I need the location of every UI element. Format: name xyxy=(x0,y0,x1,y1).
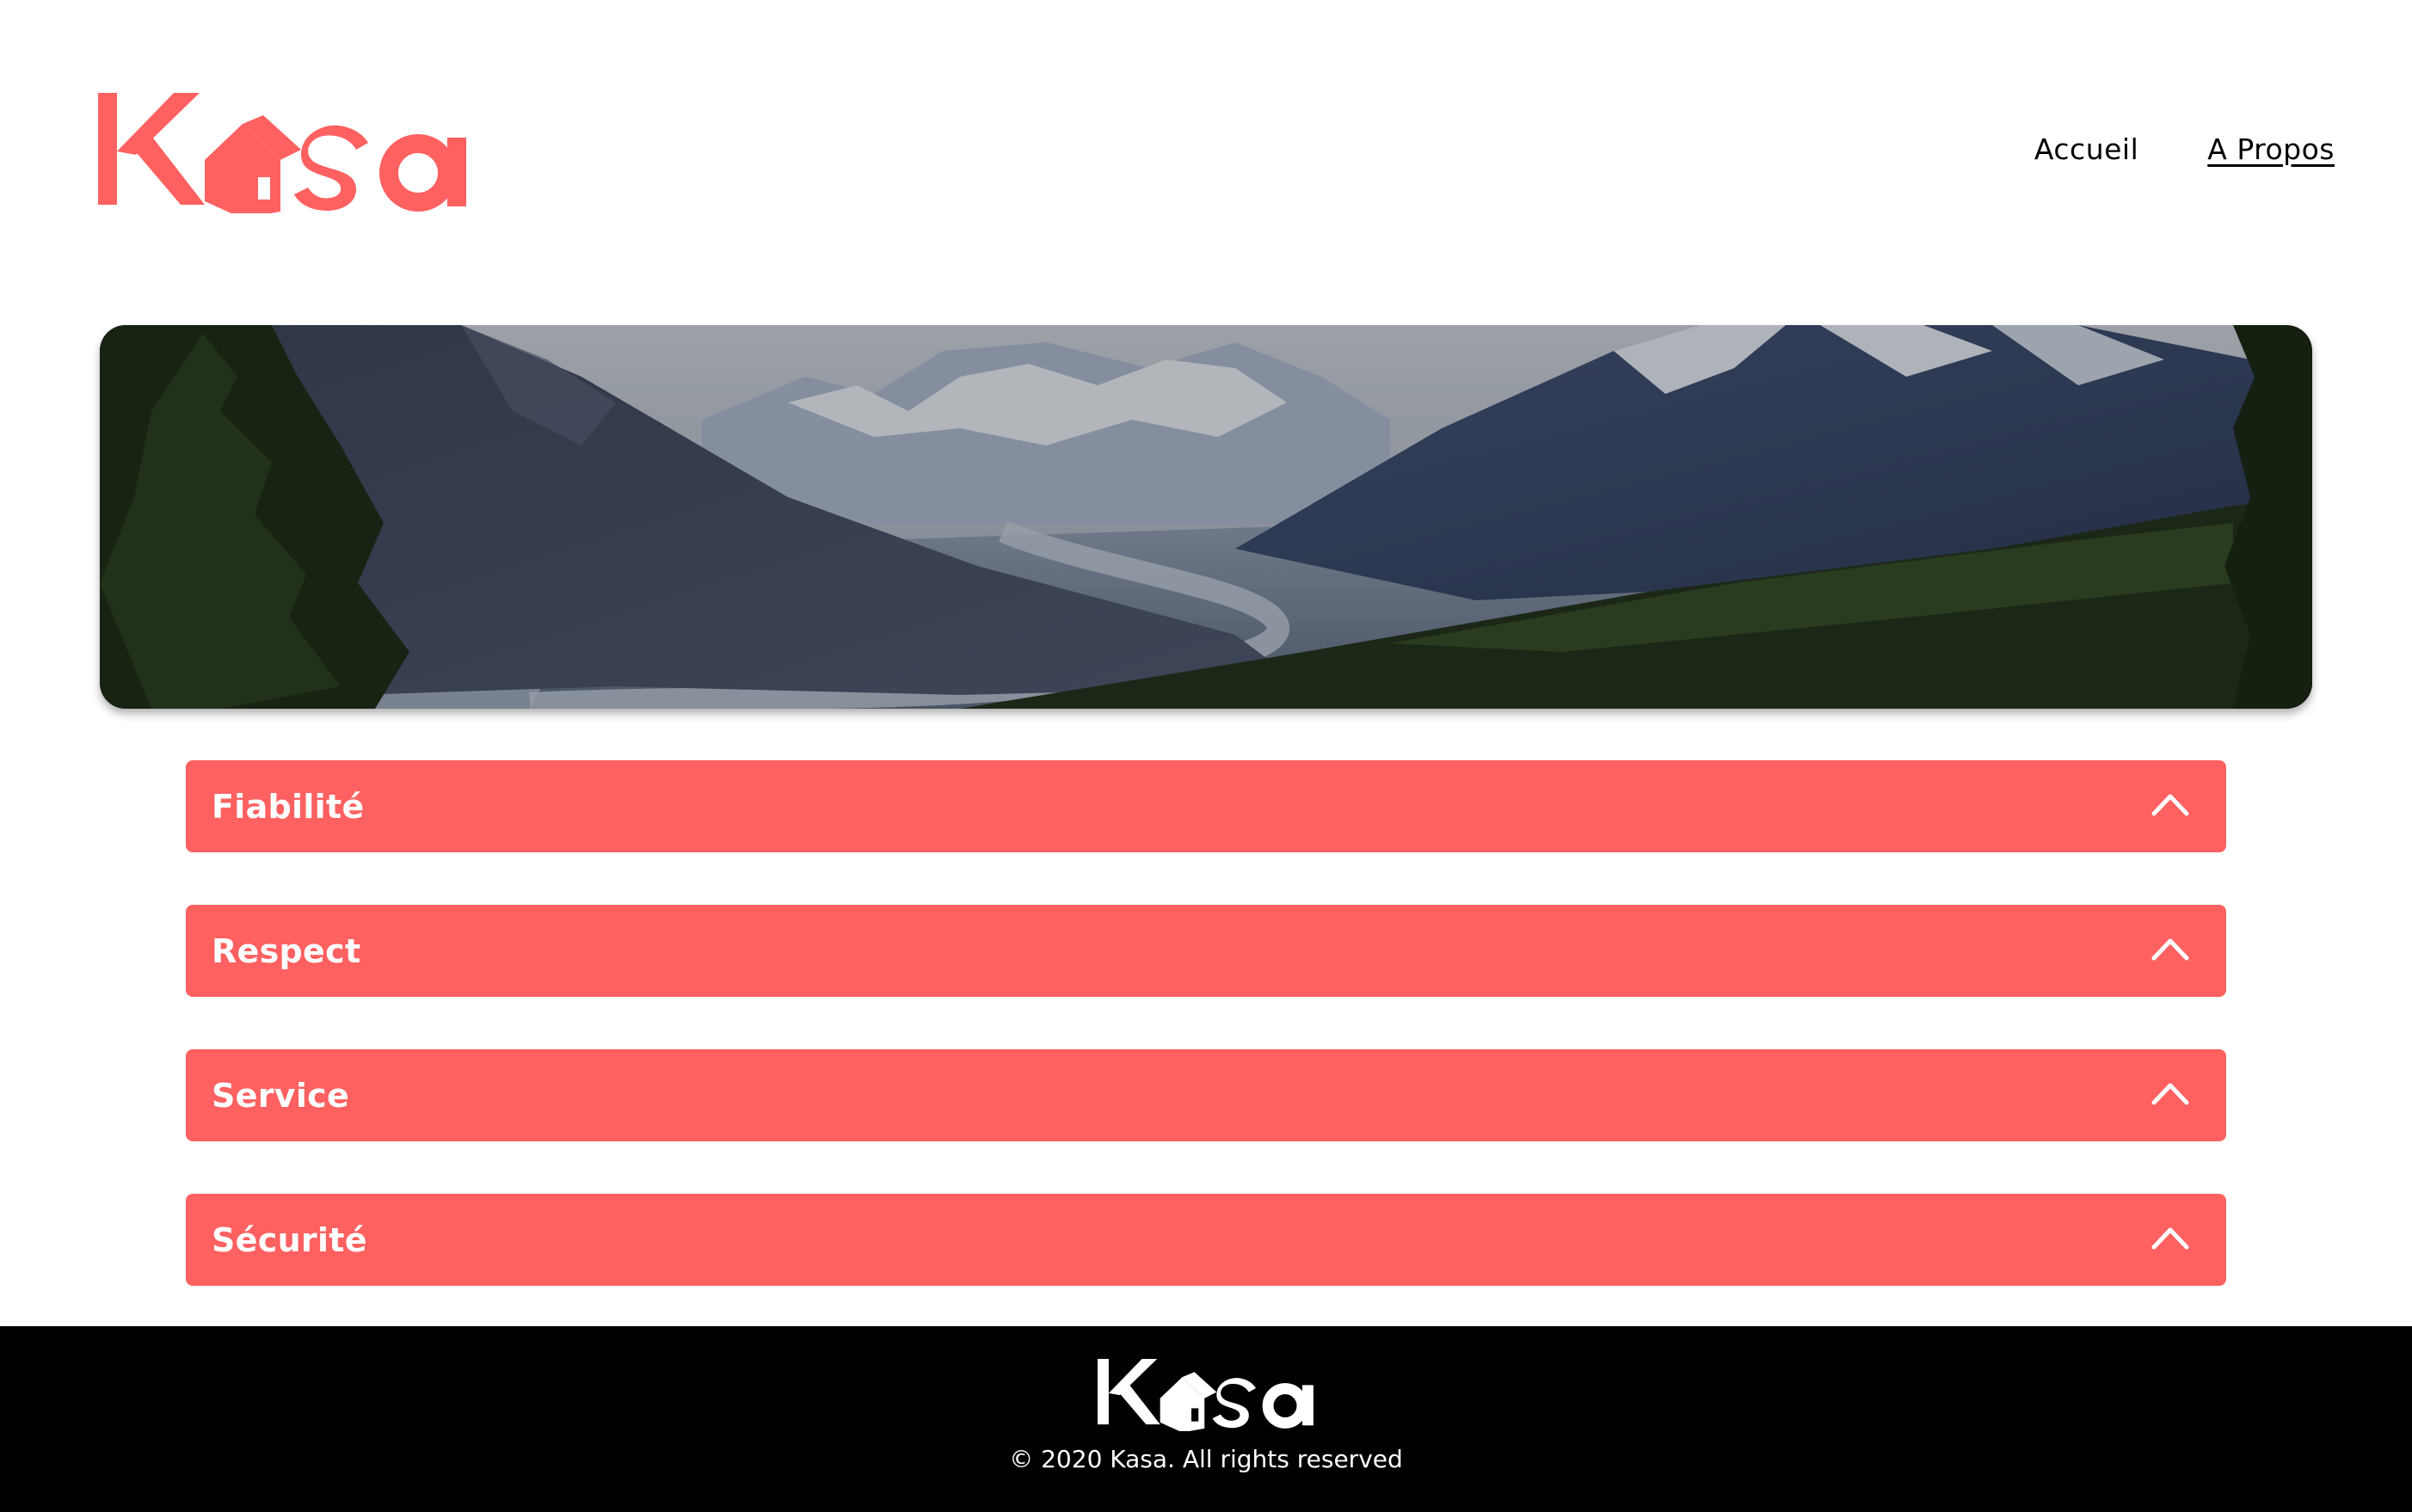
nav-link-a-propos[interactable]: A Propos xyxy=(2207,132,2335,166)
accordion-title: Service xyxy=(212,1076,350,1115)
copyright-text: © 2020 Kasa. All rights reserved xyxy=(1009,1445,1403,1473)
chevron-up-icon[interactable] xyxy=(2150,791,2190,817)
chevron-up-icon[interactable] xyxy=(2150,936,2190,962)
accordion-title: Respect xyxy=(212,931,361,970)
site-header: Accueil A Propos xyxy=(0,0,2412,284)
values-accordion: Fiabilité Respect Service Sécurité xyxy=(186,760,2226,1338)
kasa-footer-logo xyxy=(1098,1358,1314,1431)
accordion-title: Sécurité xyxy=(212,1220,367,1259)
kasa-logo[interactable] xyxy=(98,93,468,213)
main-nav: Accueil A Propos xyxy=(2034,132,2335,166)
about-banner-image xyxy=(100,325,2312,709)
accordion-item-service[interactable]: Service xyxy=(186,1049,2226,1141)
nav-link-accueil[interactable]: Accueil xyxy=(2034,132,2138,166)
accordion-item-fiabilite[interactable]: Fiabilité xyxy=(186,760,2226,852)
accordion-item-securite[interactable]: Sécurité xyxy=(186,1194,2226,1286)
accordion-title: Fiabilité xyxy=(212,787,365,826)
accordion-item-respect[interactable]: Respect xyxy=(186,905,2226,997)
site-footer: © 2020 Kasa. All rights reserved xyxy=(0,1326,2412,1512)
chevron-up-icon[interactable] xyxy=(2150,1225,2190,1251)
chevron-up-icon[interactable] xyxy=(2150,1080,2190,1106)
